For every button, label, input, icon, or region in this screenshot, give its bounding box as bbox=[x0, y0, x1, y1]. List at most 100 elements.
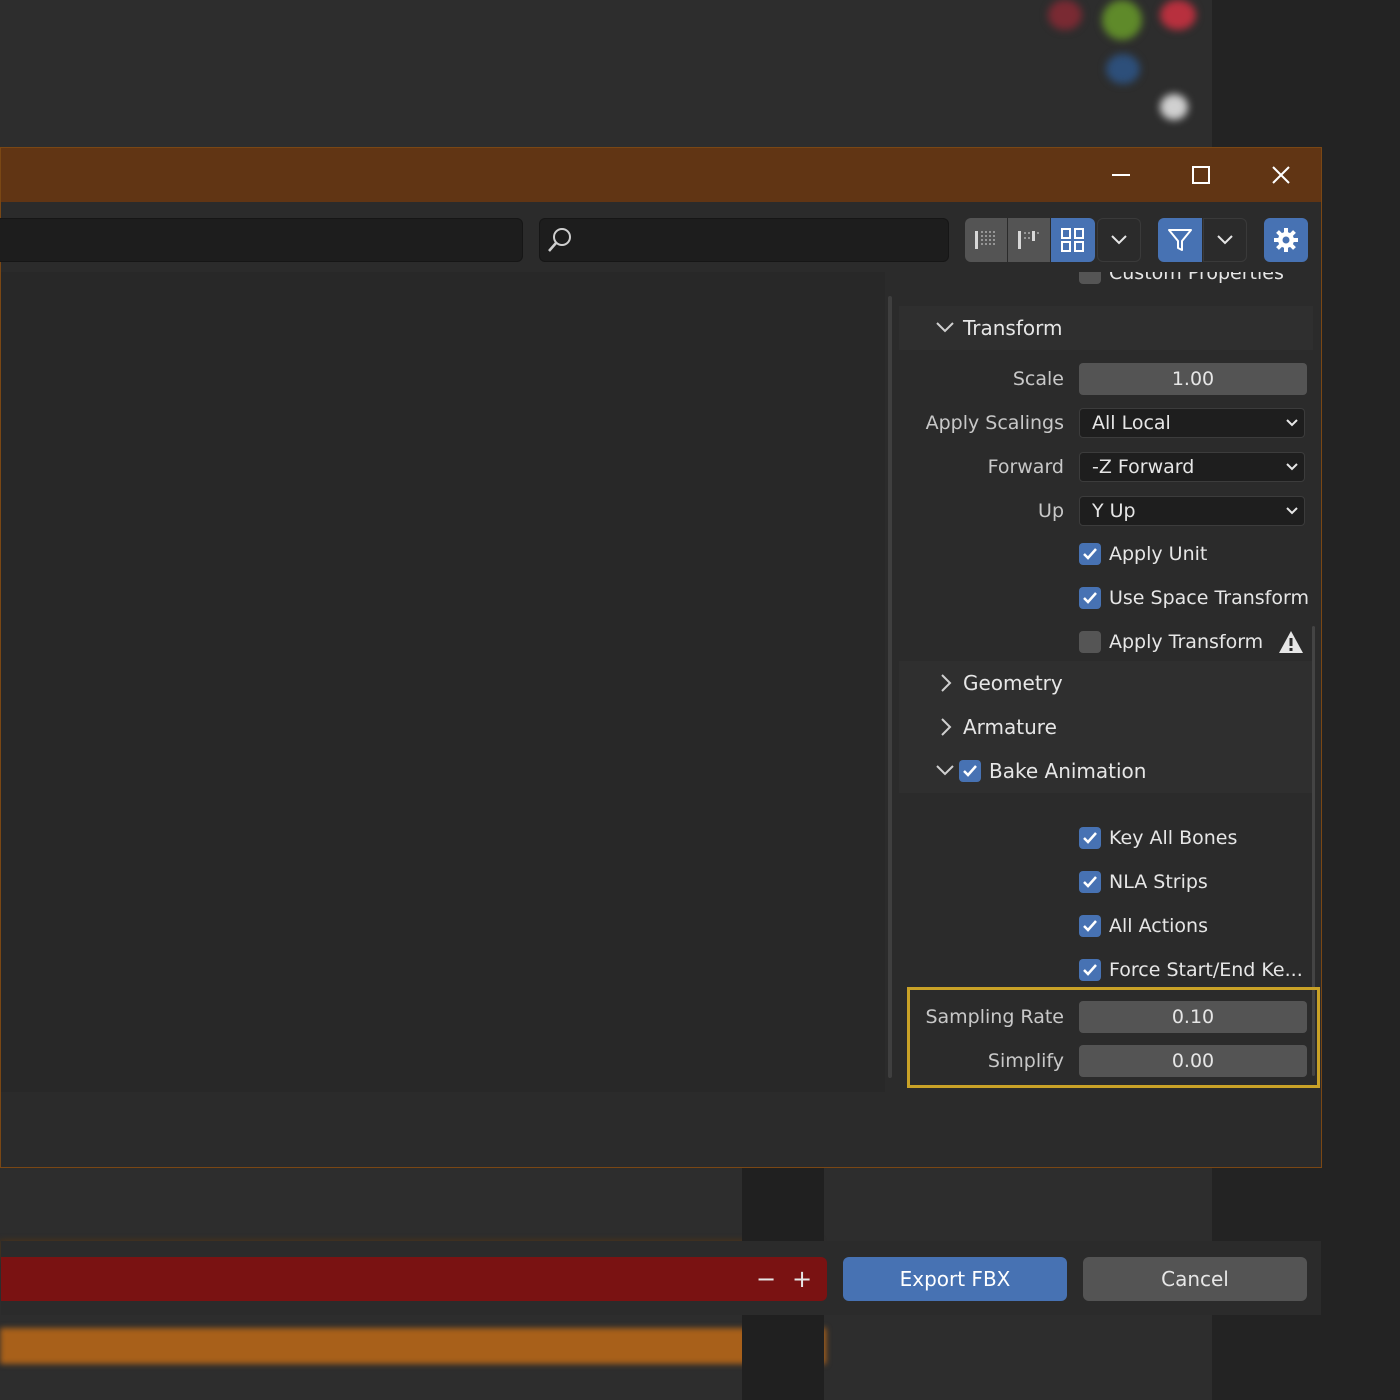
checkmark-icon bbox=[1083, 876, 1097, 888]
maximize-button[interactable] bbox=[1161, 148, 1241, 202]
chevron-down-icon bbox=[936, 322, 954, 333]
forward-dropdown[interactable]: -Z Forward bbox=[1079, 452, 1305, 482]
apply-transform-row[interactable]: Apply Transform bbox=[1079, 629, 1263, 655]
funnel-icon bbox=[1168, 229, 1192, 251]
view-horizontal-list-button[interactable] bbox=[1008, 218, 1050, 262]
export-fbx-label: Export FBX bbox=[899, 1267, 1011, 1291]
apply-transform-label: Apply Transform bbox=[1109, 631, 1264, 653]
up-value: Y Up bbox=[1092, 500, 1136, 522]
apply-unit-row[interactable]: Apply Unit bbox=[1079, 541, 1207, 567]
force-start-end-keying-checkbox[interactable] bbox=[1079, 959, 1101, 981]
nla-strips-checkbox[interactable] bbox=[1079, 871, 1101, 893]
chevron-down-icon bbox=[1286, 507, 1298, 515]
horizontal-list-icon bbox=[1018, 231, 1041, 249]
chevron-right-icon bbox=[941, 674, 952, 692]
nla-strips-label: NLA Strips bbox=[1109, 871, 1208, 893]
gear-icon bbox=[1274, 228, 1298, 252]
search-input[interactable] bbox=[580, 225, 934, 255]
key-all-bones-label: Key All Bones bbox=[1109, 827, 1238, 849]
export-fbx-button[interactable]: Export FBX bbox=[843, 1257, 1067, 1301]
annotation-highlight-box bbox=[907, 987, 1320, 1088]
window-titlebar bbox=[1, 148, 1321, 202]
view-options-dropdown[interactable] bbox=[1097, 218, 1141, 262]
filter-toggle-button[interactable] bbox=[1158, 218, 1202, 262]
search-icon bbox=[548, 228, 571, 252]
warning-icon bbox=[1279, 631, 1303, 653]
all-actions-label: All Actions bbox=[1109, 915, 1208, 937]
custom-properties-checkbox[interactable] bbox=[1079, 272, 1101, 284]
custom-properties-row[interactable]: Custom Properties bbox=[1079, 272, 1284, 286]
geometry-section-header[interactable]: Geometry bbox=[899, 661, 1313, 705]
all-actions-row[interactable]: All Actions bbox=[1079, 913, 1208, 939]
maximize-icon bbox=[1192, 166, 1210, 184]
checkmark-icon bbox=[963, 765, 977, 777]
key-all-bones-row[interactable]: Key All Bones bbox=[1079, 825, 1237, 851]
decrement-filename-button[interactable]: − bbox=[751, 1257, 781, 1301]
scale-label: Scale bbox=[1012, 368, 1064, 390]
background-red-gizmo bbox=[1048, 0, 1082, 30]
armature-section-header[interactable]: Armature bbox=[899, 705, 1313, 749]
use-space-transform-label: Use Space Transform bbox=[1109, 587, 1309, 609]
increment-filename-button[interactable]: + bbox=[787, 1257, 817, 1301]
checkmark-icon bbox=[1083, 832, 1097, 844]
search-field[interactable] bbox=[539, 218, 949, 262]
view-thumbnails-button[interactable] bbox=[1051, 218, 1095, 262]
use-space-transform-checkbox[interactable] bbox=[1079, 587, 1101, 609]
apply-scalings-dropdown[interactable]: All Local bbox=[1079, 408, 1305, 438]
chevron-right-icon bbox=[941, 718, 952, 736]
settings-toggle-button[interactable] bbox=[1264, 218, 1308, 262]
up-label: Up bbox=[1038, 500, 1064, 522]
view-vertical-list-button[interactable] bbox=[965, 218, 1007, 262]
custom-properties-label: Custom Properties bbox=[1109, 272, 1284, 284]
chevron-down-icon bbox=[1286, 419, 1298, 427]
close-button[interactable] bbox=[1241, 148, 1321, 202]
apply-transform-checkbox[interactable] bbox=[1079, 631, 1101, 653]
checkmark-icon bbox=[1083, 548, 1097, 560]
forward-value: -Z Forward bbox=[1092, 456, 1195, 478]
transform-section-header[interactable]: Transform bbox=[899, 306, 1313, 350]
apply-unit-checkbox[interactable] bbox=[1079, 543, 1101, 565]
scale-value: 1.00 bbox=[1171, 368, 1215, 390]
force-start-end-keying-label: Force Start/End Ke... bbox=[1109, 959, 1303, 981]
force-start-end-keying-row[interactable]: Force Start/End Ke... bbox=[1079, 957, 1303, 983]
cancel-label: Cancel bbox=[1161, 1267, 1229, 1291]
directory-path-field[interactable] bbox=[0, 218, 523, 262]
apply-unit-label: Apply Unit bbox=[1109, 543, 1208, 565]
checkmark-icon bbox=[1083, 592, 1097, 604]
background-red-gizmo-2 bbox=[1160, 0, 1196, 30]
minus-icon: − bbox=[755, 1265, 777, 1293]
use-space-transform-row[interactable]: Use Space Transform bbox=[1079, 585, 1309, 611]
all-actions-checkbox[interactable] bbox=[1079, 915, 1101, 937]
forward-label: Forward bbox=[987, 456, 1064, 478]
filter-options-dropdown[interactable] bbox=[1203, 218, 1247, 262]
up-dropdown[interactable]: Y Up bbox=[1079, 496, 1305, 526]
cancel-button[interactable]: Cancel bbox=[1083, 1257, 1307, 1301]
file-list-area[interactable] bbox=[1, 272, 885, 1092]
chevron-down-icon bbox=[936, 765, 954, 776]
minimize-icon bbox=[1112, 174, 1130, 176]
geometry-section-title: Geometry bbox=[963, 671, 1063, 695]
background-green-gizmo bbox=[1102, 0, 1142, 40]
plus-icon: + bbox=[791, 1265, 813, 1293]
export-options-panel: Custom Properties Transform Scale 1.00 A… bbox=[899, 272, 1313, 1092]
chevron-down-icon bbox=[1111, 235, 1127, 245]
minimize-button[interactable] bbox=[1081, 148, 1161, 202]
armature-section-title: Armature bbox=[963, 715, 1057, 739]
file-list-scrollbar[interactable] bbox=[888, 296, 892, 1078]
nla-strips-row[interactable]: NLA Strips bbox=[1079, 869, 1208, 895]
chevron-down-icon bbox=[1286, 463, 1298, 471]
vertical-list-icon bbox=[975, 231, 997, 249]
apply-scalings-value: All Local bbox=[1092, 412, 1171, 434]
bake-animation-section-header[interactable]: Bake Animation bbox=[899, 749, 1313, 793]
filename-field[interactable] bbox=[1, 1257, 827, 1301]
thumbnails-icon bbox=[1061, 228, 1084, 252]
close-icon bbox=[1272, 166, 1290, 184]
key-all-bones-checkbox[interactable] bbox=[1079, 827, 1101, 849]
chevron-down-icon bbox=[1217, 235, 1233, 245]
bake-animation-checkbox[interactable] bbox=[959, 760, 981, 782]
background-blue-gizmo bbox=[1106, 54, 1140, 84]
checkmark-icon bbox=[1083, 920, 1097, 932]
dialog-bottom-bar: − + Export FBX Cancel bbox=[1, 1241, 1321, 1315]
background-timeline-keys bbox=[0, 1328, 826, 1364]
scale-field[interactable]: 1.00 bbox=[1079, 363, 1307, 395]
